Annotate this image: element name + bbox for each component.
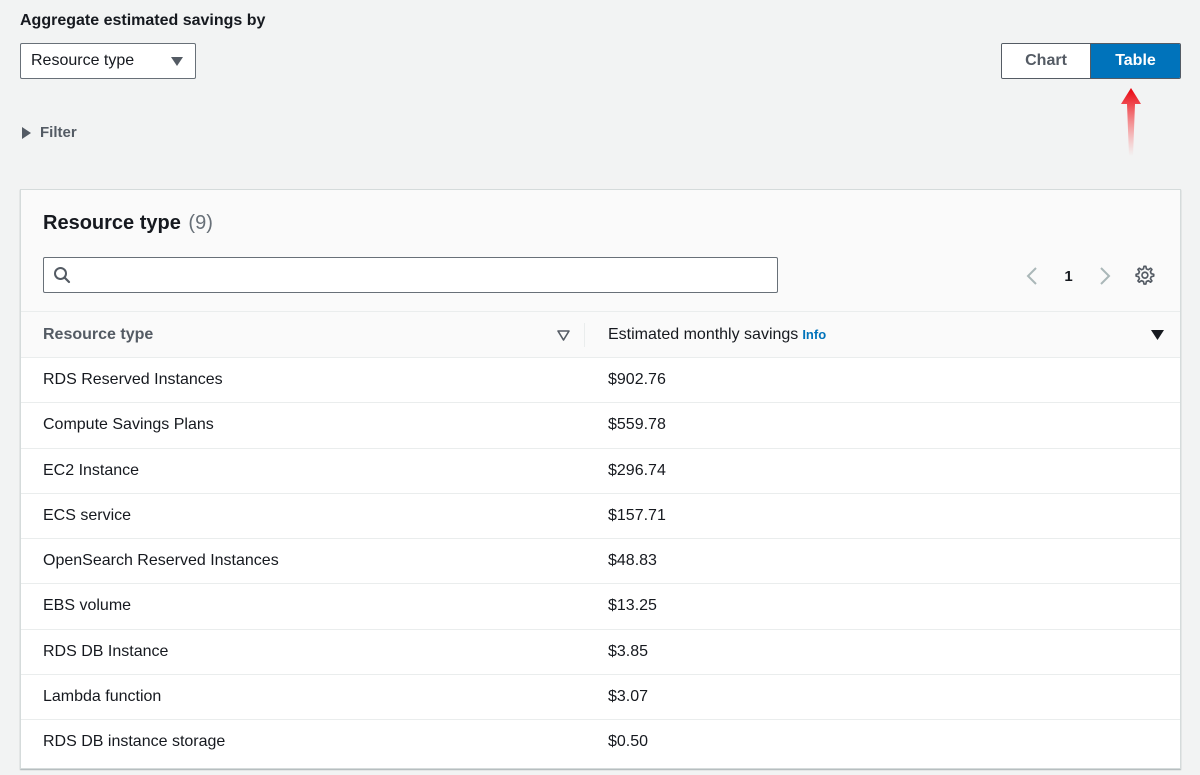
cell-savings: $296.74 bbox=[608, 461, 666, 479]
cell-savings: $0.50 bbox=[608, 733, 649, 751]
caret-right-icon bbox=[22, 126, 31, 139]
page-number[interactable]: 1 bbox=[1064, 268, 1072, 285]
view-toggle: Chart Table bbox=[1001, 43, 1181, 79]
table-row: Compute Savings Plans $559.78 bbox=[21, 403, 1180, 449]
column-header-resource-type[interactable]: Resource type bbox=[43, 326, 153, 344]
search-input[interactable] bbox=[79, 260, 759, 290]
page: Aggregate estimated savings by Resource … bbox=[0, 0, 1200, 775]
cell-savings: $157.71 bbox=[608, 506, 666, 524]
cell-savings: $3.07 bbox=[608, 688, 649, 706]
resource-table-panel: Resource type (9) 1 Resource type Estima… bbox=[20, 189, 1181, 769]
panel-title: Resource type (9) bbox=[43, 212, 213, 235]
sort-descending-icon[interactable] bbox=[1151, 330, 1164, 341]
pagination: 1 bbox=[1026, 264, 1111, 288]
table-view-button[interactable]: Table bbox=[1091, 44, 1180, 78]
cell-resource-type: ECS service bbox=[43, 506, 132, 524]
table-row: EBS volume $13.25 bbox=[21, 584, 1180, 630]
panel-title-text: Resource type bbox=[43, 212, 181, 234]
filter-label: Filter bbox=[40, 124, 77, 141]
cell-savings: $3.85 bbox=[608, 642, 649, 660]
table-header-row: Resource type Estimated monthly savings I… bbox=[21, 312, 1180, 358]
panel-header: Resource type (9) 1 bbox=[21, 190, 1180, 312]
aggregate-label: Aggregate estimated savings by bbox=[20, 12, 266, 29]
search-field bbox=[43, 257, 778, 293]
aggregate-select[interactable]: Resource type bbox=[20, 43, 196, 79]
cell-resource-type: RDS Reserved Instances bbox=[43, 371, 223, 388]
sort-triangle-icon[interactable] bbox=[557, 330, 570, 341]
table-row: RDS DB instance storage $0.50 bbox=[21, 720, 1180, 765]
cell-resource-type: EC2 Instance bbox=[43, 461, 140, 479]
aggregate-select-value: Resource type bbox=[31, 52, 135, 69]
filter-toggle[interactable]: Filter bbox=[22, 124, 77, 141]
chart-view-button[interactable]: Chart bbox=[1002, 44, 1091, 78]
table-body: RDS Reserved Instances $902.76 Compute Sav… bbox=[21, 358, 1180, 766]
cell-resource-type: Compute Savings Plans bbox=[43, 416, 214, 434]
table-row: RDS Reserved Instances $902.76 bbox=[21, 358, 1180, 404]
table-row: RDS DB Instance $3.85 bbox=[21, 630, 1180, 676]
panel-count: (9) bbox=[188, 212, 213, 234]
gear-icon[interactable] bbox=[1133, 264, 1155, 286]
column-header-savings[interactable]: Estimated monthly savings Info bbox=[608, 326, 826, 344]
table-row: ECS service $157.71 bbox=[21, 494, 1180, 540]
chevron-left-icon[interactable] bbox=[1026, 266, 1038, 286]
cell-savings: $48.83 bbox=[608, 552, 657, 570]
info-link[interactable]: Info bbox=[802, 327, 826, 342]
chevron-right-icon[interactable] bbox=[1099, 266, 1111, 286]
red-arrow-up-icon bbox=[1121, 88, 1141, 156]
cell-savings: $13.25 bbox=[608, 597, 657, 615]
table-row: Lambda function $3.07 bbox=[21, 675, 1180, 721]
cell-resource-type: RDS DB Instance bbox=[43, 642, 169, 660]
cell-savings: $902.76 bbox=[608, 371, 666, 388]
cell-resource-type: EBS volume bbox=[43, 597, 132, 615]
column-header-savings-label: Estimated monthly savings bbox=[608, 326, 799, 343]
table-row: OpenSearch Reserved Instances $48.83 bbox=[21, 539, 1180, 585]
cell-savings: $559.78 bbox=[608, 416, 666, 434]
cell-resource-type: Lambda function bbox=[43, 688, 162, 706]
table-row: EC2 Instance $296.74 bbox=[21, 449, 1180, 494]
cell-resource-type: RDS DB instance storage bbox=[43, 733, 226, 751]
caret-down-icon bbox=[171, 56, 183, 66]
column-divider bbox=[584, 323, 585, 347]
search-icon bbox=[54, 267, 71, 284]
cell-resource-type: OpenSearch Reserved Instances bbox=[43, 552, 279, 570]
